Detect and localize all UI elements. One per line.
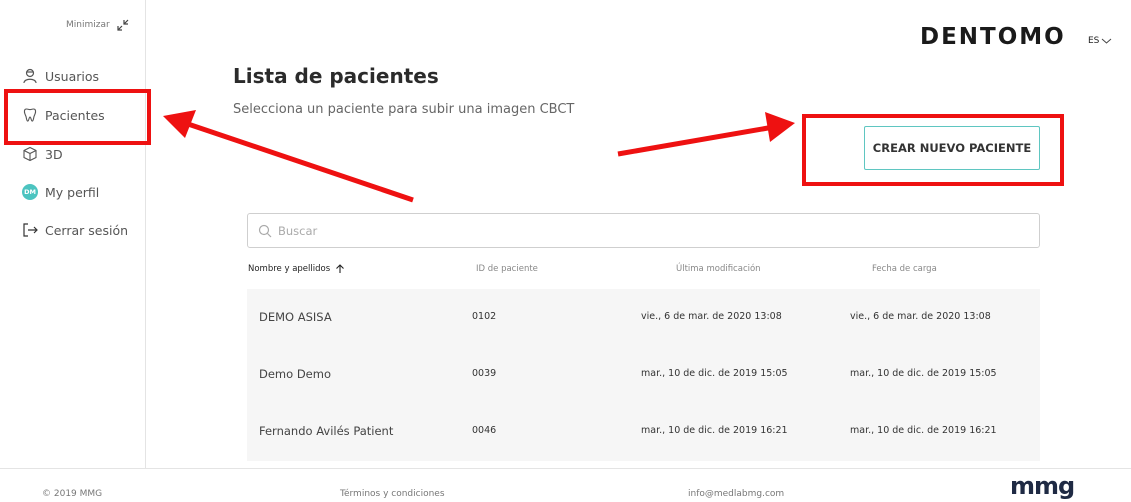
- annotation-arrow-left: [163, 110, 414, 203]
- annotation-arrows: [163, 110, 795, 203]
- footer-copyright: © 2019 MMG: [42, 489, 103, 499]
- footer-terms-link[interactable]: Términos y condiciones: [340, 489, 445, 499]
- mmg-logo: mmg: [1010, 472, 1075, 500]
- annotation-arrow-right: [617, 112, 795, 157]
- footer-divider: [0, 468, 1131, 469]
- footer-email-link[interactable]: info@medlabmg.com: [688, 489, 784, 499]
